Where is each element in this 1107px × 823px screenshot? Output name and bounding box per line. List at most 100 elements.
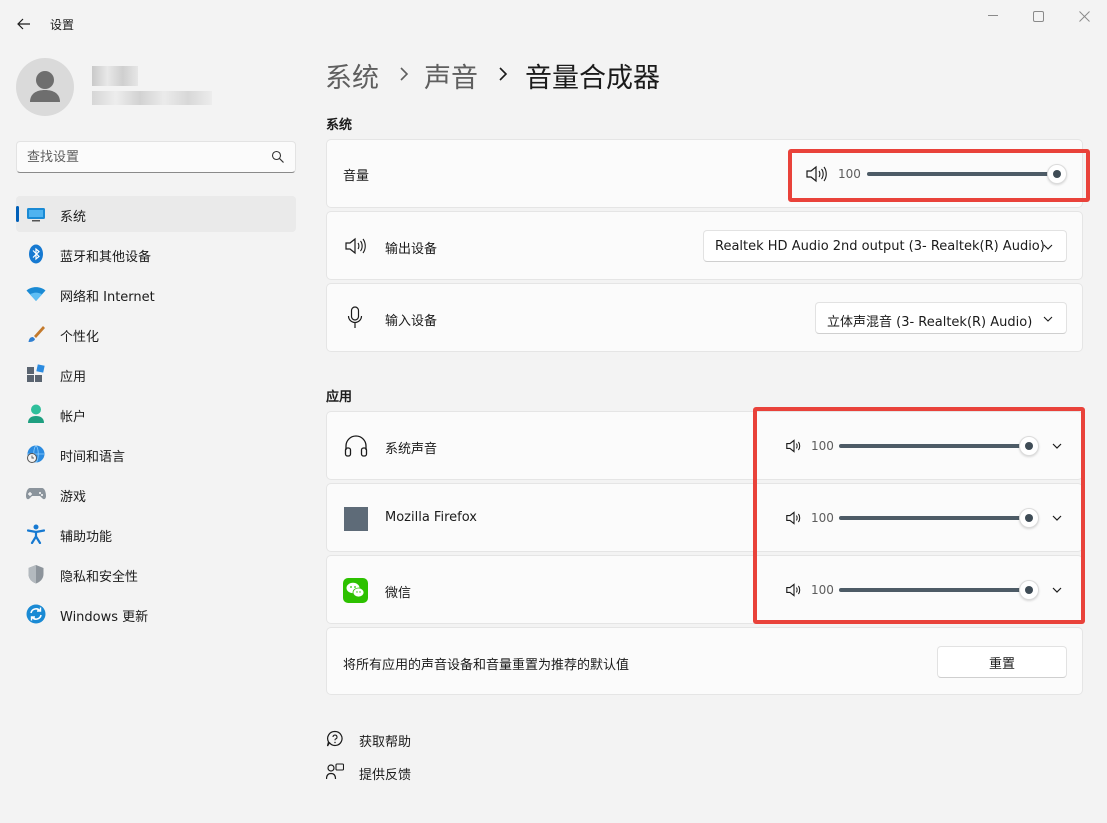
sidebar-item-gaming[interactable]: 游戏 <box>16 476 296 512</box>
close-icon <box>1078 10 1090 22</box>
app-placeholder-icon <box>344 507 368 531</box>
app-volume-slider-thumb[interactable] <box>1019 508 1039 528</box>
input-device-selected: 立体声混音 (3- Realtek(R) Audio) <box>827 315 1033 330</box>
sidebar-item-label: 时间和语言 <box>60 450 126 465</box>
speaker-icon <box>345 237 366 255</box>
app-volume-row: 微信 100 <box>326 555 1083 624</box>
volume-slider-track[interactable] <box>867 172 1057 176</box>
speaker-icon[interactable] <box>805 164 827 184</box>
window-title: 设置 <box>50 18 75 32</box>
get-help-link[interactable]: 获取帮助 <box>359 731 411 750</box>
maximize-icon <box>1032 10 1044 22</box>
sidebar-item-label: Windows 更新 <box>60 610 149 625</box>
monitor-icon <box>26 204 46 224</box>
title-bar: 设置 <box>0 0 1107 48</box>
microphone-icon <box>347 306 363 328</box>
close-button[interactable] <box>1072 8 1096 24</box>
speaker-icon[interactable] <box>785 438 803 454</box>
feedback-icon <box>326 763 344 780</box>
master-volume-card: 音量 100 <box>326 139 1083 208</box>
app-volume-slider-track[interactable] <box>839 588 1029 592</box>
section-title-system: 系统 <box>326 118 353 133</box>
sidebar-item-system[interactable]: 系统 <box>16 196 296 232</box>
sidebar-item-accessibility[interactable]: 辅助功能 <box>16 516 296 552</box>
chevron-down-icon <box>1043 316 1053 322</box>
sidebar-item-bluetooth[interactable]: 蓝牙和其他设备 <box>16 236 296 272</box>
input-device-card: 输入设备 立体声混音 (3- Realtek(R) Audio) <box>326 283 1083 352</box>
output-device-label: 输出设备 <box>385 242 438 257</box>
maximize-button[interactable] <box>1026 8 1050 24</box>
input-device-label: 输入设备 <box>385 314 438 329</box>
profile-email-blurred <box>92 91 212 105</box>
apps-icon <box>26 364 46 384</box>
sidebar-item-time-language[interactable]: 时间和语言 <box>16 436 296 472</box>
back-button[interactable] <box>10 12 38 36</box>
app-volume-row: 系统声音 100 <box>326 411 1083 480</box>
search-icon[interactable] <box>271 150 285 164</box>
output-device-card: 输出设备 Realtek HD Audio 2nd output (3- Rea… <box>326 211 1083 280</box>
volume-slider-thumb[interactable] <box>1047 164 1067 184</box>
sidebar-item-label: 个性化 <box>60 330 100 345</box>
reset-button[interactable]: 重置 <box>937 646 1067 678</box>
gamepad-icon <box>26 484 46 504</box>
output-device-dropdown[interactable]: Realtek HD Audio 2nd output (3- Realtek(… <box>703 230 1067 262</box>
search-box[interactable] <box>16 141 296 173</box>
output-device-selected: Realtek HD Audio 2nd output (3- Realtek(… <box>715 239 1045 254</box>
avatar[interactable] <box>16 58 74 116</box>
app-name: 微信 <box>385 586 412 601</box>
sidebar-item-label: 隐私和安全性 <box>60 570 139 585</box>
sidebar-item-accounts[interactable]: 帐户 <box>16 396 296 432</box>
reset-description: 将所有应用的声音设备和音量重置为推荐的默认值 <box>343 658 630 673</box>
sidebar-item-label: 帐户 <box>60 410 87 425</box>
app-volume-slider-track[interactable] <box>839 516 1029 520</box>
sidebar-item-windows-update[interactable]: Windows 更新 <box>16 596 296 632</box>
breadcrumb-system[interactable]: 系统 <box>325 56 379 95</box>
sidebar-item-label: 网络和 Internet <box>60 290 155 305</box>
sidebar-item-label: 蓝牙和其他设备 <box>60 250 152 265</box>
app-volume-slider-thumb[interactable] <box>1019 436 1039 456</box>
brush-icon <box>26 324 46 344</box>
section-title-apps: 应用 <box>326 390 353 405</box>
help-icon <box>326 730 343 747</box>
bluetooth-icon <box>26 244 46 264</box>
app-name: Mozilla Firefox <box>385 510 477 525</box>
chevron-down-icon[interactable] <box>1051 513 1063 523</box>
sidebar-item-label: 应用 <box>60 370 87 385</box>
back-arrow-icon <box>17 18 30 30</box>
search-input[interactable] <box>27 148 257 166</box>
chevron-down-icon[interactable] <box>1051 441 1063 451</box>
sidebar-item-apps[interactable]: 应用 <box>16 356 296 392</box>
accessibility-icon <box>26 524 46 544</box>
minimize-button[interactable] <box>981 8 1005 24</box>
sidebar-item-label: 系统 <box>60 210 87 225</box>
profile-name-blurred <box>92 66 138 86</box>
chevron-right-icon <box>499 67 508 81</box>
app-name: 系统声音 <box>385 442 438 457</box>
sidebar-item-personalization[interactable]: 个性化 <box>16 316 296 352</box>
minimize-icon <box>988 15 998 16</box>
give-feedback-link[interactable]: 提供反馈 <box>359 764 411 783</box>
update-icon <box>26 604 46 624</box>
app-volume-slider-thumb[interactable] <box>1019 580 1039 600</box>
input-device-dropdown[interactable]: 立体声混音 (3- Realtek(R) Audio) <box>815 302 1067 334</box>
speaker-icon[interactable] <box>785 582 803 598</box>
chevron-down-icon <box>1043 244 1053 250</box>
app-volume-row: Mozilla Firefox 100 <box>326 483 1083 552</box>
app-volume-value: 100 <box>811 439 834 453</box>
wifi-icon <box>26 284 46 304</box>
sidebar-item-privacy[interactable]: 隐私和安全性 <box>16 556 296 592</box>
sidebar-item-network[interactable]: 网络和 Internet <box>16 276 296 312</box>
reset-card: 将所有应用的声音设备和音量重置为推荐的默认值 重置 <box>326 627 1083 695</box>
breadcrumb-sound[interactable]: 声音 <box>424 56 478 95</box>
person-icon <box>30 71 60 102</box>
headphones-icon <box>344 435 368 457</box>
app-volume-value: 100 <box>811 583 834 597</box>
volume-value: 100 <box>838 167 861 181</box>
globe-clock-icon <box>26 444 46 464</box>
wechat-icon <box>343 578 368 603</box>
speaker-icon[interactable] <box>785 510 803 526</box>
sidebar-item-label: 游戏 <box>60 490 87 505</box>
app-volume-slider-track[interactable] <box>839 444 1029 448</box>
app-volume-value: 100 <box>811 511 834 525</box>
chevron-down-icon[interactable] <box>1051 585 1063 595</box>
